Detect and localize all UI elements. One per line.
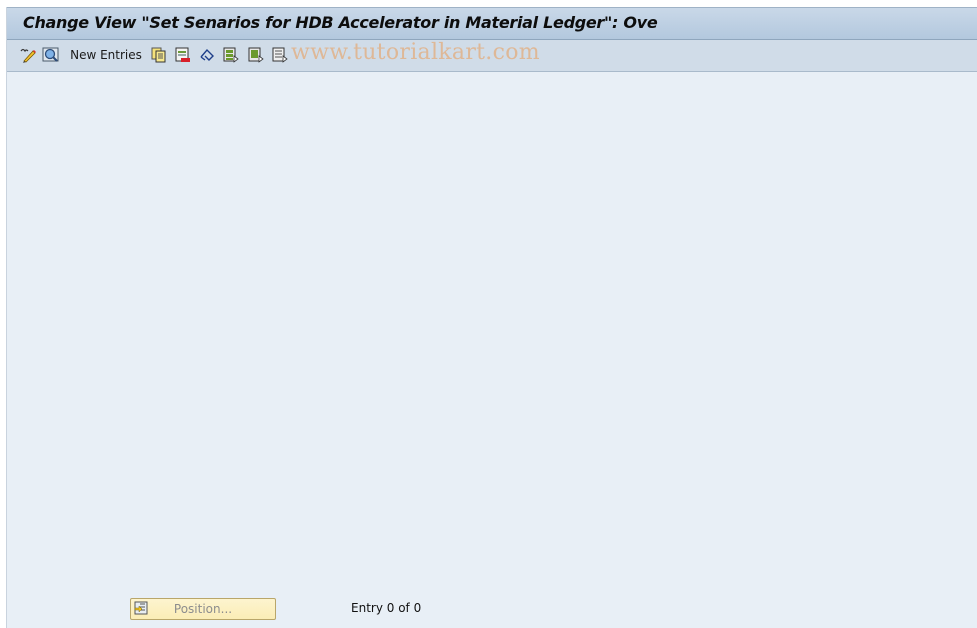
deselect-all-button[interactable]	[271, 46, 289, 64]
copy-icon	[151, 47, 166, 63]
copy-as-button[interactable]	[150, 46, 168, 64]
entry-count: Entry 0 of 0	[351, 601, 422, 615]
display-change-button[interactable]	[18, 46, 38, 64]
magnifier-icon	[42, 47, 59, 62]
position-button-label: Position...	[173, 602, 233, 616]
delete-button[interactable]	[174, 46, 192, 64]
select-all-icon	[223, 47, 239, 63]
delete-row-icon	[175, 47, 190, 62]
title-bar: Change View "Set Senarios for HDB Accele…	[7, 7, 977, 40]
application-toolbar: New Entries www.tutorialkart.com	[7, 40, 977, 72]
new-entries-button[interactable]: New Entries	[70, 46, 142, 64]
undo-change-button[interactable]	[198, 46, 216, 64]
watermark-text: www.tutorialkart.com	[291, 40, 540, 65]
details-button[interactable]	[41, 46, 61, 64]
select-block-icon	[248, 47, 264, 63]
page-title: Change View "Set Senarios for HDB Accele…	[23, 13, 658, 32]
select-all-button[interactable]	[222, 46, 240, 64]
deselect-all-icon	[272, 47, 288, 63]
new-entries-label: New Entries	[70, 48, 142, 62]
undo-arrow-icon	[200, 48, 214, 61]
position-button[interactable]: Position...	[130, 598, 276, 620]
sap-screen: Change View "Set Senarios for HDB Accele…	[6, 7, 977, 628]
select-block-button[interactable]	[247, 46, 265, 64]
pencil-glasses-icon	[20, 48, 36, 63]
